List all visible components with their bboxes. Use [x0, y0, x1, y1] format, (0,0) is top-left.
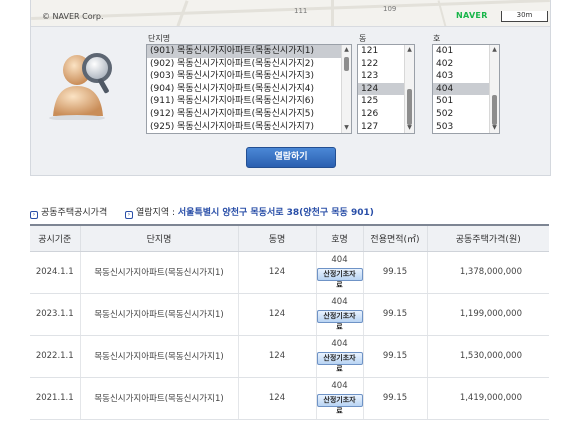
cell-date: 2021.1.1 [30, 377, 80, 420]
section-title: 공동주택공시가격 [41, 208, 108, 218]
map-copyright: © NAVER Corp. [42, 12, 104, 21]
ho-listbox[interactable]: 401402403404501502503504 ▲ ▼ [432, 44, 500, 134]
calc-basis-button[interactable]: 산정기초자료 [316, 310, 363, 331]
cell-ho: 404 산정기초자료 [315, 377, 363, 420]
cell-area: 99.15 [362, 377, 427, 420]
cell-complex: 목동신시가지아파트(목동신시가지1) [79, 335, 238, 378]
cell-date: 2024.1.1 [30, 251, 80, 294]
naver-logo: NAVER [456, 11, 488, 20]
scroll-up-icon[interactable]: ▲ [342, 45, 351, 55]
square-bullet-icon: › [125, 211, 133, 219]
table-row: 2023.1.1 목동신시가지아파트(목동신시가지1) 124 404 산정기초자… [30, 293, 549, 336]
map-road-label: 109 [383, 5, 397, 13]
ho-number: 404 [331, 381, 348, 391]
table-row: 2024.1.1 목동신시가지아파트(목동신시가지1) 124 404 산정기초자… [30, 251, 549, 294]
cell-ho: 404 산정기초자료 [315, 335, 363, 378]
cell-area: 99.15 [362, 251, 427, 294]
complex-option[interactable]: (904) 목동신시가지아파트(목동신시가지4) [147, 83, 351, 96]
dong-listbox[interactable]: 121122123124125126127128 ▲ ▼ [357, 44, 415, 134]
region-label: 열람지역 : [136, 208, 176, 218]
scroll-up-icon[interactable]: ▲ [490, 45, 499, 55]
cell-ho: 404 산정기초자료 [315, 251, 363, 294]
ho-number: 404 [331, 339, 348, 349]
cell-price: 1,530,000,000 [426, 335, 549, 378]
map-strip[interactable]: © NAVER Corp. 111 109 NAVER 30m [31, 0, 550, 27]
scroll-down-icon[interactable]: ▼ [342, 123, 351, 133]
map-scale-bar: 30m [501, 11, 548, 22]
cell-dong: 124 [237, 293, 316, 336]
complex-listbox[interactable]: (901) 목동신시가지아파트(목동신시가지1) (902) 목동신시가지아파트(… [146, 44, 352, 134]
region-address: 서울특별시 양천구 목동서로 38(양천구 목동 901) [177, 208, 374, 218]
col-header-complex: 단지명 [79, 224, 238, 252]
cell-area: 99.15 [362, 293, 427, 336]
dong-list-label: 동 [359, 34, 367, 43]
calc-basis-button[interactable]: 산정기초자료 [316, 268, 363, 289]
calc-basis-button[interactable]: 산정기초자료 [316, 394, 363, 415]
cell-price: 1,199,000,000 [426, 293, 549, 336]
dong-option[interactable]: 128 [358, 133, 414, 134]
user-lookup-icon [49, 53, 112, 120]
complex-option[interactable]: (925) 목동신시가지아파트(목동신시가지7) [147, 121, 351, 133]
cell-complex: 목동신시가지아파트(목동신시가지1) [79, 293, 238, 336]
cell-ho: 404 산정기초자료 [315, 293, 363, 336]
cell-complex: 목동신시가지아파트(목동신시가지1) [79, 377, 238, 420]
map-road-label: 111 [294, 7, 308, 15]
complex-option[interactable]: (903) 목동신시가지아파트(목동신시가지3) [147, 70, 351, 83]
col-header-area: 전용면적(㎡) [362, 224, 427, 252]
cell-complex: 목동신시가지아파트(목동신시가지1) [79, 251, 238, 294]
col-header-ho: 호명 [315, 224, 363, 252]
cell-date: 2023.1.1 [30, 293, 80, 336]
view-button[interactable]: 열람하기 [246, 147, 336, 168]
complex-option[interactable]: (912) 목동신시가지아파트(목동신시가지5) [147, 108, 351, 121]
cell-dong: 124 [237, 251, 316, 294]
complex-list-scrollbar[interactable]: ▲ ▼ [341, 45, 351, 133]
ho-number: 404 [331, 297, 348, 307]
ho-number: 404 [331, 255, 348, 265]
cell-dong: 124 [237, 335, 316, 378]
col-header-price: 공동주택가격(원) [426, 224, 549, 252]
ho-list-scrollbar[interactable]: ▲ ▼ [489, 45, 499, 133]
dong-list-scrollbar[interactable]: ▲ ▼ [404, 45, 414, 133]
ho-option[interactable]: 504 [433, 133, 499, 134]
complex-option[interactable]: (901) 목동신시가지아파트(목동신시가지1) [147, 45, 351, 58]
ho-list-label: 호 [433, 34, 441, 43]
complex-option[interactable]: (911) 목동신시가지아파트(목동신시가지6) [147, 95, 351, 108]
complex-list-label: 단지명 [148, 34, 171, 43]
scroll-down-icon[interactable]: ▼ [490, 123, 499, 133]
cell-dong: 124 [237, 377, 316, 420]
scroll-down-icon[interactable]: ▼ [405, 123, 414, 133]
cell-price: 1,378,000,000 [426, 251, 549, 294]
cell-price: 1,419,000,000 [426, 377, 549, 420]
scroll-up-icon[interactable]: ▲ [405, 45, 414, 55]
table-row: 2022.1.1 목동신시가지아파트(목동신시가지1) 124 404 산정기초자… [30, 335, 549, 378]
square-bullet-icon: › [30, 211, 38, 219]
result-info-line: › 공동주택공시가격 › 열람지역 : 서울특별시 양천구 목동서로 38(양천구 … [30, 205, 374, 219]
cell-date: 2022.1.1 [30, 335, 80, 378]
complex-option[interactable]: (902) 목동신시가지아파트(목동신시가지2) [147, 58, 351, 71]
price-table: 공시기준 단지명 동명 호명 전용면적(㎡) 공동주택가격(원) 2024.1.… [30, 224, 549, 420]
table-header-row: 공시기준 단지명 동명 호명 전용면적(㎡) 공동주택가격(원) [30, 224, 549, 252]
table-row: 2021.1.1 목동신시가지아파트(목동신시가지1) 124 404 산정기초자… [30, 377, 549, 420]
col-header-date: 공시기준 [30, 224, 80, 252]
calc-basis-button[interactable]: 산정기초자료 [316, 352, 363, 373]
search-panel: © NAVER Corp. 111 109 NAVER 30m 단지명 (901… [30, 0, 551, 176]
col-header-dong: 동명 [237, 224, 316, 252]
cell-area: 99.15 [362, 335, 427, 378]
